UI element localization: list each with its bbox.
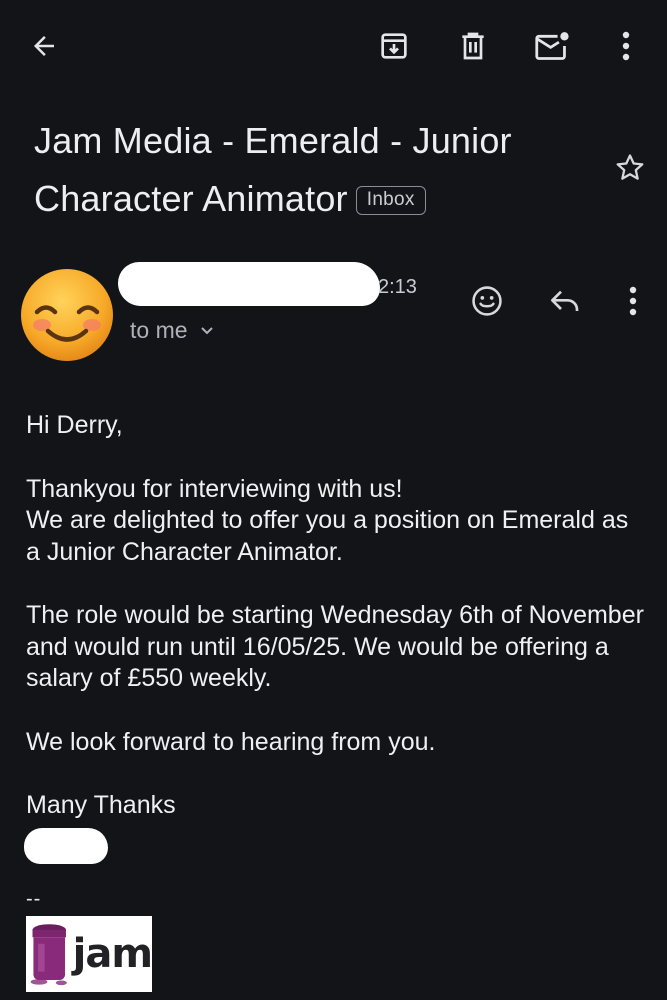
received-time: 2:13: [378, 276, 417, 298]
star-button[interactable]: [606, 146, 654, 190]
jam-jar-icon: [30, 924, 67, 986]
body-paragraph-2: The role would be starting Wednesday 6th…: [26, 601, 644, 692]
jam-logo-text: jam: [72, 931, 153, 977]
mark-unread-icon: [535, 32, 569, 60]
top-app-bar: [0, 0, 667, 96]
signature-name-redacted: [24, 828, 108, 864]
star-icon: [616, 154, 644, 180]
sender-name-redacted[interactable]: [118, 262, 390, 306]
body-paragraph-3: We look forward to hearing from you.: [26, 727, 436, 756]
emoji-reaction-icon: [472, 286, 502, 316]
archive-icon: [381, 33, 407, 59]
reply-icon: [551, 290, 579, 311]
body-paragraph-1-line-2: We are delighted to offer you a position…: [26, 506, 629, 566]
more-vert-icon: [629, 286, 637, 316]
recipient-text: to me: [130, 317, 188, 343]
email-subject: Jam Media - Emerald - Junior Character A…: [34, 120, 512, 219]
back-button[interactable]: [20, 22, 68, 70]
delete-button[interactable]: [449, 22, 497, 70]
smiling-face-emoji-icon: [21, 269, 113, 361]
greeting: Hi Derry,: [26, 411, 123, 439]
signature-separator: --: [26, 888, 42, 910]
delete-icon: [462, 32, 484, 60]
body-paragraph-1-line-1: Thankyou for interviewing with us!: [26, 474, 403, 503]
add-reaction-button[interactable]: [463, 277, 511, 325]
recipient-details-toggle[interactable]: to me: [130, 317, 214, 344]
email-subject-block: Jam Media - Emerald - Junior Character A…: [34, 112, 594, 228]
email-body: Hi Derry, Thankyou for interviewing with…: [26, 410, 646, 822]
closing: Many Thanks: [26, 791, 176, 819]
back-arrow-icon: [34, 36, 54, 56]
message-more-button[interactable]: [609, 277, 657, 325]
more-options-button[interactable]: [602, 22, 650, 70]
chevron-down-icon: [200, 326, 214, 336]
archive-button[interactable]: [370, 22, 418, 70]
reply-button[interactable]: [541, 277, 589, 325]
more-vert-icon: [622, 31, 630, 61]
sender-avatar[interactable]: [20, 268, 114, 362]
mark-unread-button[interactable]: [528, 22, 576, 70]
jam-media-logo: jam: [26, 916, 153, 992]
inbox-label-chip[interactable]: Inbox: [355, 186, 426, 215]
redaction-mark: [118, 262, 380, 306]
